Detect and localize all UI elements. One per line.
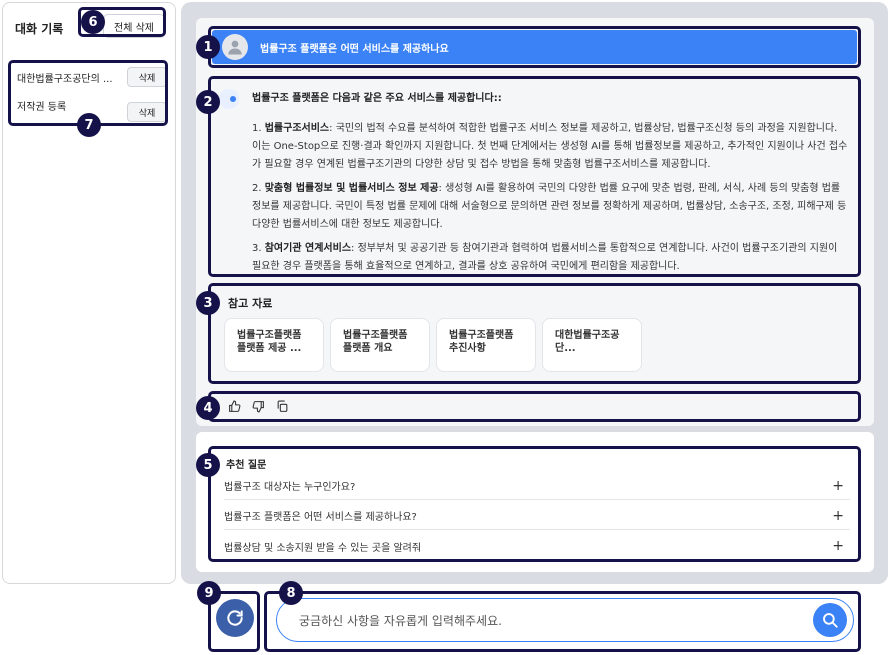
- annotation-badge-4: 4: [196, 396, 220, 420]
- annotation-badge-6: 6: [81, 10, 105, 34]
- highlight-box-5: [208, 446, 861, 562]
- annotation-badge-1: 1: [196, 35, 220, 59]
- highlight-box-4: [208, 391, 861, 422]
- annotation-badge-2: 2: [196, 90, 220, 114]
- highlight-box-3: [208, 283, 861, 384]
- annotation-badge-9: 9: [197, 581, 221, 605]
- annotation-badge-8: 8: [279, 581, 303, 605]
- annotation-badge-3: 3: [196, 291, 220, 315]
- highlight-box-8: [264, 591, 861, 652]
- highlight-box-1: [208, 26, 861, 68]
- annotation-badge-7: 7: [77, 113, 101, 137]
- sidebar-title: 대화 기록: [15, 22, 64, 36]
- highlight-box-2: [208, 76, 861, 277]
- annotation-badge-5: 5: [196, 453, 220, 477]
